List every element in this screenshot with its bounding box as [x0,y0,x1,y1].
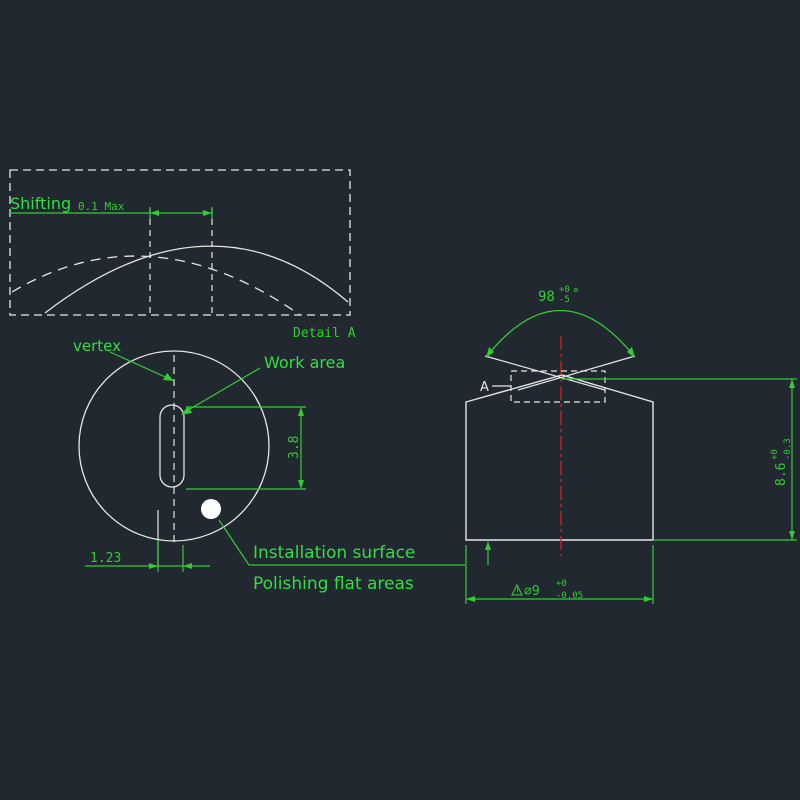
shifting-arrow-right [203,210,212,216]
polishing-flat-areas-label: Polishing flat areas [253,574,414,594]
height-tol-upper: +0 [770,449,780,460]
height-value: 8.6 [774,463,789,486]
angle-line-left [484,355,606,391]
vertex-leader [109,351,173,381]
offset-value: 1.23 [90,551,121,566]
detail-a-curve-shifted [44,245,349,314]
slot-height-dimension: 3.8 [186,406,306,490]
side-view-outline [465,374,654,541]
angle-tol-upper: +0 [559,285,570,295]
angle-unit: ° [572,287,580,302]
work-area-leader [182,367,261,414]
installation-surface-marker [201,499,221,519]
callouts: Installation surface Polishing flat area… [218,519,491,594]
slot-height-arrow-top [298,407,304,416]
diameter-arrow-right [644,596,653,602]
vertex-label: vertex [73,337,121,355]
diameter-arrow-left [466,596,475,602]
shifting-label: Shifting [10,194,71,213]
height-tol-lower: -0.3 [783,438,793,460]
side-view: A 98 +0 -5 ° 8.6 +0 -0.3 ! ⌀9 +0 -0.05 [465,285,797,604]
technical-drawing: Shifting 0.1 Max Detail A vertex Work ar… [9,169,797,604]
height-dimension: 8.6 +0 -0.3 [562,378,797,541]
diameter-tol-lower: -0.05 [556,591,583,601]
detail-a-frame [9,169,351,316]
angle-line-right [517,355,636,391]
detail-a-view: Shifting 0.1 Max Detail A [9,169,356,341]
slot-height-arrow-bottom [298,480,304,489]
top-view: vertex Work area 3.8 1.23 [73,337,345,572]
shifting-arrow-left [150,210,159,216]
warning-mark: ! [515,587,520,596]
detail-a-caption: Detail A [293,326,356,341]
installation-pointer-arrow [485,541,491,550]
diameter-tol-upper: +0 [556,579,567,589]
slot-height-value: 3.8 [287,436,302,459]
tolerance-label: 0.1 Max [78,200,125,213]
height-arrow-bottom [789,531,795,540]
angle-tol-lower: -5 [559,295,570,305]
installation-surface-label: Installation surface [253,543,415,563]
diameter-dimension: ! ⌀9 +0 -0.05 [465,545,654,604]
height-arrow-top [789,379,795,388]
work-area-label: Work area [264,353,345,372]
diameter-value: ⌀9 [524,584,540,599]
work-area-slot [159,404,185,488]
offset-arrow-right [183,563,192,569]
detail-ref-label: A [480,380,489,395]
offset-arrow-left [149,563,158,569]
offset-dimension: 1.23 [85,540,210,572]
angle-value: 98 [538,289,555,305]
